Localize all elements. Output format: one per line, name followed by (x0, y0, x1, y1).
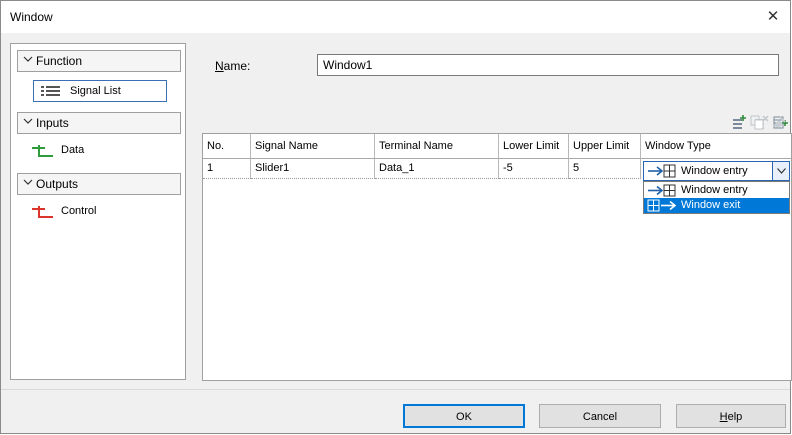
sidebar-item-signal-list[interactable]: Signal List (33, 80, 167, 102)
name-label: Name: (215, 59, 251, 73)
help-button[interactable]: Help (676, 404, 786, 428)
section-header-outputs[interactable]: Outputs (17, 173, 181, 195)
window-exit-icon (647, 199, 677, 212)
column-header-terminal-name[interactable]: Terminal Name (375, 134, 499, 159)
section-label: Function (36, 54, 83, 68)
window-type-combobox[interactable]: Window entry (643, 161, 790, 181)
combobox-selected-value: Window entry (681, 165, 748, 177)
dropdown-option-label: Window exit (681, 199, 741, 211)
cell-terminal-name[interactable]: Data_1 (375, 159, 499, 179)
sidebar-item-data[interactable]: Data (25, 140, 165, 162)
column-header-signal-name[interactable]: Signal Name (251, 134, 375, 159)
column-header-upper-limit[interactable]: Upper Limit (569, 134, 641, 159)
section-header-inputs[interactable]: Inputs (17, 112, 181, 134)
chevron-down-icon (23, 54, 33, 67)
add-row-icon[interactable] (731, 114, 747, 130)
sidebar: Function Signal List Inputs Data Outputs… (10, 43, 186, 380)
ok-button[interactable]: OK (403, 404, 525, 428)
clear-icon[interactable] (771, 114, 787, 130)
window-entry-icon (647, 164, 677, 178)
title-bar: Window ✕ (1, 1, 790, 33)
input-connector-icon (31, 144, 53, 158)
window-type-dropdown-list: Window entry Window exit (643, 181, 790, 214)
cell-lower-limit[interactable]: -5 (499, 159, 569, 179)
column-header-no[interactable]: No. (203, 134, 251, 159)
cell-signal-name[interactable]: Slider1 (251, 159, 375, 179)
copy-row-icon[interactable] (749, 114, 765, 130)
column-header-lower-limit[interactable]: Lower Limit (499, 134, 569, 159)
window-dialog: Window ✕ Function Signal List Inputs Dat… (0, 0, 792, 434)
chevron-down-icon (23, 177, 33, 190)
cancel-button[interactable]: Cancel (539, 404, 661, 428)
section-header-function[interactable]: Function (17, 50, 181, 72)
name-input[interactable] (317, 54, 779, 76)
grid-toolbar (631, 114, 791, 130)
section-label: Inputs (36, 116, 69, 130)
sidebar-item-control[interactable]: Control (25, 201, 165, 223)
close-icon[interactable]: ✕ (762, 6, 784, 28)
dropdown-option-window-exit[interactable]: Window exit (644, 198, 789, 213)
cell-upper-limit[interactable]: 5 (569, 159, 641, 179)
chevron-down-icon[interactable] (772, 162, 789, 180)
dropdown-option-label: Window entry (681, 184, 748, 196)
sidebar-item-label: Data (61, 144, 85, 156)
chevron-down-icon (23, 116, 33, 129)
column-header-window-type[interactable]: Window Type (641, 134, 791, 159)
list-icon (40, 85, 62, 99)
footer-divider (1, 389, 790, 390)
window-entry-icon (647, 184, 677, 197)
section-label: Outputs (36, 177, 79, 191)
dropdown-option-window-entry[interactable]: Window entry (644, 183, 789, 198)
sidebar-item-label: Control (61, 205, 97, 217)
window-title: Window (10, 10, 53, 24)
sidebar-item-label: Signal List (70, 85, 121, 97)
output-connector-icon (31, 205, 53, 219)
cell-no[interactable]: 1 (203, 159, 251, 179)
